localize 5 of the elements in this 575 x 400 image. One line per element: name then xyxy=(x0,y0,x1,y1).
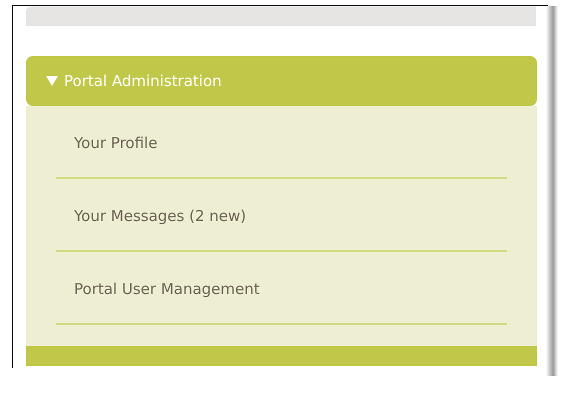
menu-item[interactable]: Your Messages (2 new) xyxy=(74,206,246,224)
menu-title: Portal Administration xyxy=(64,72,222,90)
menu-item[interactable]: Your Profile xyxy=(74,134,158,152)
menu-item[interactable]: Portal User Management xyxy=(74,280,260,298)
triangle-icon xyxy=(46,76,58,86)
